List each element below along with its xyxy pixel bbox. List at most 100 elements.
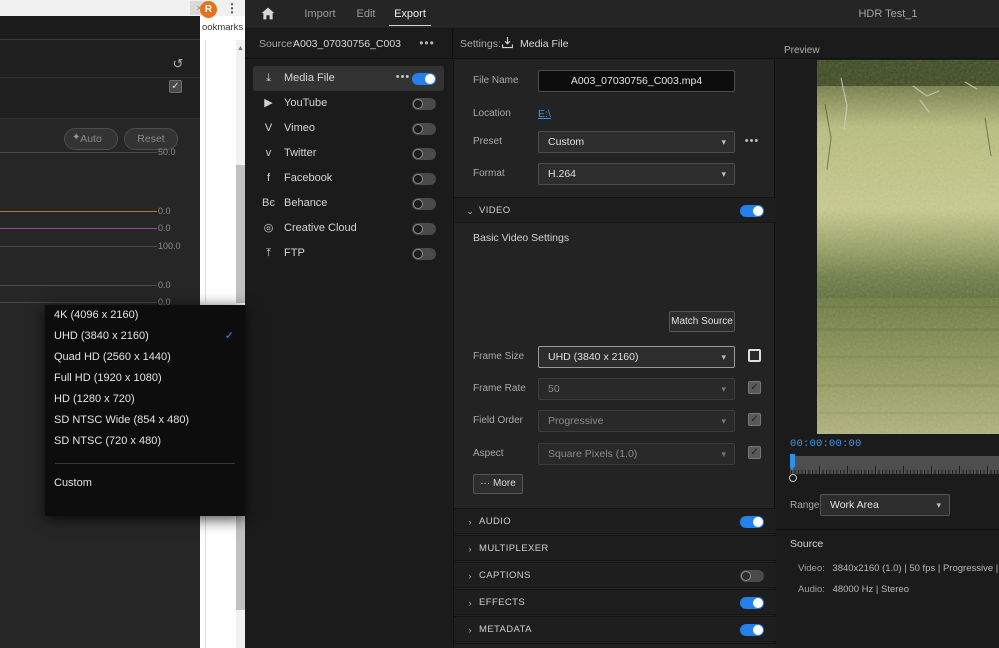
range-select[interactable]: Work Area ▾ — [820, 494, 950, 516]
download-box-icon: ⤓ — [266, 72, 271, 84]
browser-scrollbar-thumb-lower[interactable] — [236, 510, 245, 610]
destination-toggle[interactable] — [412, 148, 436, 160]
chevron-right-icon[interactable]: › — [463, 536, 477, 562]
section-header-metadata[interactable]: › METADATA — [454, 616, 776, 642]
section-toggle[interactable] — [740, 624, 764, 636]
dropdown-item[interactable]: SD NTSC (720 x 480) — [45, 431, 245, 452]
scroll-up-arrow-icon[interactable]: ▲ — [236, 44, 245, 53]
section-header-video[interactable]: ⌄ VIDEO — [454, 197, 776, 223]
reset-arrow-icon[interactable]: ↺ — [170, 56, 186, 72]
preset-options-icon[interactable]: ••• — [742, 129, 762, 155]
destination-item-creative-cloud[interactable]: ◎ Creative Cloud — [253, 216, 444, 241]
aspect-select[interactable]: Square Pixels (1.0) ▾ — [538, 443, 735, 465]
source-options-icon[interactable]: ••• — [417, 29, 437, 59]
destination-toggle[interactable] — [412, 173, 436, 185]
dropdown-item[interactable]: Quad HD (2560 x 1440) — [45, 347, 245, 368]
field-order-select[interactable]: Progressive ▾ — [538, 410, 735, 432]
dropdown-item[interactable]: Full HD (1920 x 1080) — [45, 368, 245, 389]
source-value[interactable]: A003_07030756_C003 — [293, 29, 401, 59]
background-checkbox[interactable]: ✓ — [169, 80, 182, 93]
match-source-checkbox[interactable]: ✓ — [748, 381, 761, 394]
background-slider[interactable]: 50.0 — [0, 147, 200, 157]
field-frame-size: Frame Size UHD (3840 x 2160) ▾ — [454, 344, 776, 370]
slider-track[interactable] — [0, 228, 157, 229]
chevron-right-icon[interactable]: › — [463, 563, 477, 589]
file-name-input[interactable]: A003_07030756_C003.mp4 — [538, 70, 735, 92]
chevron-right-icon[interactable]: › — [463, 590, 477, 616]
section-header-multiplexer[interactable]: › MULTIPLEXER — [454, 535, 776, 561]
slider-track[interactable] — [0, 246, 157, 247]
slider-value: 0.0 — [158, 206, 171, 216]
section-header-effects[interactable]: › EFFECTS — [454, 589, 776, 615]
destination-toggle[interactable] — [412, 73, 436, 85]
match-source-checkbox[interactable]: ✓ — [748, 413, 761, 426]
destination-toggle[interactable] — [412, 98, 436, 110]
chevron-down-icon[interactable]: ⌄ — [463, 198, 477, 224]
field-label: Field Order — [473, 415, 524, 426]
video-section-toggle[interactable] — [740, 205, 764, 217]
avatar[interactable]: R — [200, 1, 217, 18]
format-select[interactable]: H.264 ▾ — [538, 163, 735, 185]
chevron-right-icon[interactable]: › — [463, 617, 477, 643]
slider-track[interactable] — [0, 152, 157, 153]
destination-options-icon[interactable]: ••• — [394, 66, 412, 91]
dropdown-item[interactable]: SD NTSC Wide (854 x 480) — [45, 410, 245, 431]
frame-rate-select[interactable]: 50 ▾ — [538, 378, 735, 400]
dropdown-item[interactable]: 4K (4096 x 2160) — [45, 305, 245, 326]
destination-item-media-file[interactable]: ⤓ Media File ••• — [253, 66, 444, 91]
work-area-handle[interactable] — [789, 474, 797, 482]
destination-item-behance[interactable]: Bє Behance — [253, 191, 444, 216]
destination-item-youtube[interactable]: ▶ YouTube — [253, 91, 444, 116]
section-header-captions[interactable]: › CAPTIONS — [454, 562, 776, 588]
match-source-checkbox[interactable] — [748, 349, 761, 362]
dropdown-item[interactable]: HD (1280 x 720) — [45, 389, 245, 410]
tab-edit[interactable]: Edit — [348, 0, 384, 29]
tab-import[interactable]: Import — [295, 0, 345, 29]
destination-item-facebook[interactable]: f Facebook — [253, 166, 444, 191]
more-button[interactable]: ··· More — [473, 474, 523, 494]
destination-toggle[interactable] — [412, 123, 436, 135]
chevron-right-icon[interactable]: › — [463, 644, 477, 648]
section-toggle[interactable] — [740, 597, 764, 609]
destination-label: Creative Cloud — [284, 222, 357, 234]
location-link[interactable]: E:\ — [538, 101, 551, 127]
tab-export[interactable]: Export — [387, 0, 433, 29]
preview-timeline-ruler[interactable] — [790, 456, 999, 474]
browser-menu-icon[interactable]: ⋮ — [226, 2, 238, 16]
background-slider[interactable]: 0.0 — [0, 206, 200, 216]
destination-item-twitter[interactable]: ᴠ Twitter — [253, 141, 444, 166]
dropdown-item[interactable]: UHD (3840 x 2160) ✓ — [45, 326, 245, 347]
field-value: UHD (3840 x 2160) — [548, 351, 639, 363]
frame-size-dropdown-menu[interactable]: 4K (4096 x 2160) UHD (3840 x 2160) ✓ Quad H… — [45, 305, 245, 516]
section-header-general[interactable]: ›GENERAL — [454, 643, 776, 648]
dropdown-item-custom[interactable]: Custom — [45, 473, 245, 494]
dropdown-divider — [55, 463, 235, 464]
playhead-handle[interactable] — [790, 454, 795, 471]
destination-item-ftp[interactable]: ⤒ FTP — [253, 241, 444, 266]
destination-toggle[interactable] — [412, 223, 436, 235]
background-slider[interactable]: 0.0 — [0, 297, 200, 307]
field-location: Location E:\ — [454, 101, 776, 127]
slider-track[interactable] — [0, 285, 157, 286]
section-title: GENERAL — [479, 644, 527, 648]
frame-size-select[interactable]: UHD (3840 x 2160) ▾ — [538, 346, 735, 368]
match-source-button[interactable]: Match Source — [669, 311, 735, 332]
background-slider[interactable]: 0.0 — [0, 280, 200, 290]
background-slider[interactable]: 0.0 — [0, 223, 200, 233]
preset-select[interactable]: Custom ▾ — [538, 131, 735, 153]
slider-track[interactable] — [0, 302, 157, 303]
match-source-checkbox[interactable]: ✓ — [748, 446, 761, 459]
destination-item-vimeo[interactable]: V Vimeo — [253, 116, 444, 141]
section-header-audio[interactable]: › AUDIO — [454, 508, 776, 534]
preset-value: Custom — [548, 136, 585, 148]
slider-track[interactable] — [0, 211, 157, 212]
destination-toggle[interactable] — [412, 198, 436, 210]
browser-scrollbar-thumb[interactable] — [236, 165, 245, 303]
destination-toggle[interactable] — [412, 248, 436, 260]
section-toggle[interactable] — [740, 570, 764, 582]
range-label: Range — [790, 500, 820, 511]
home-icon[interactable] — [259, 7, 277, 23]
chevron-right-icon[interactable]: › — [463, 509, 477, 535]
section-toggle[interactable] — [740, 516, 764, 528]
background-slider[interactable]: 100.0 — [0, 241, 200, 251]
